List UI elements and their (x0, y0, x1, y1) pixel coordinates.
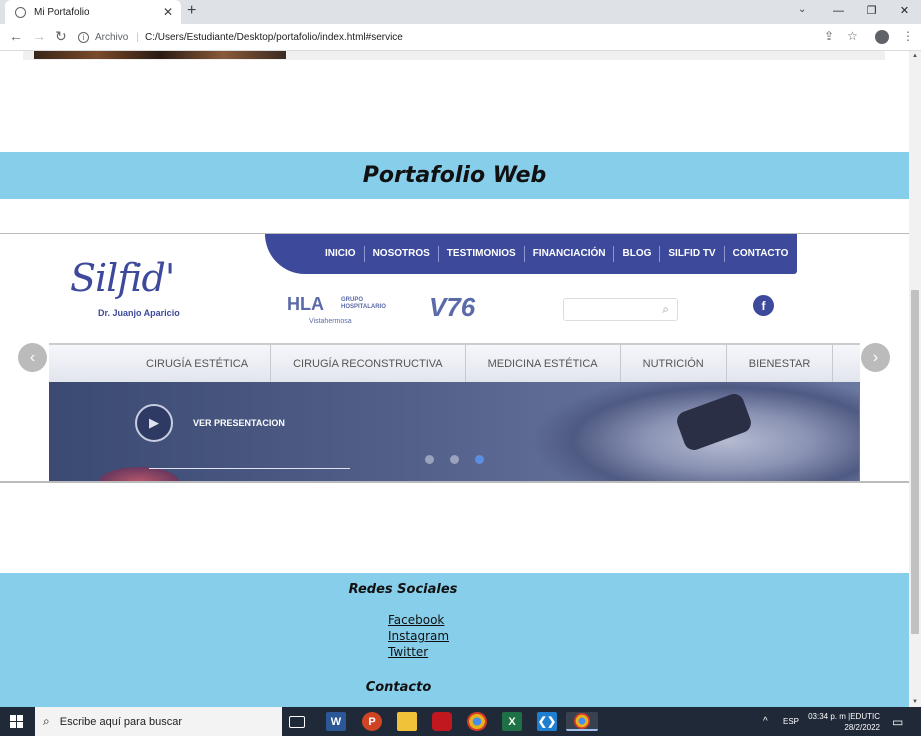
play-icon: ▶ (135, 404, 173, 442)
file-explorer-icon[interactable] (397, 712, 417, 731)
slide-dot-active (475, 455, 484, 464)
hla-group: GRUPO HOSPITALARIO (341, 297, 386, 310)
banner-line (149, 468, 350, 469)
back-arrow-icon[interactable]: ← (9, 28, 23, 44)
word-icon[interactable]: W (326, 712, 346, 731)
bookmark-star-icon[interactable]: ☆ (847, 29, 858, 43)
chrome-active-icon[interactable] (566, 712, 598, 731)
tab-search-icon[interactable]: ⌄ (798, 4, 806, 15)
preview-banner: ▶ VER PRESENTACION (49, 382, 860, 481)
preview-menu-item: CIRUGÍA RECONSTRUCTIVA (271, 345, 466, 382)
silfid-logo: Silfid' Dr. Juanjo Aparicio (70, 256, 245, 318)
preview-menu-item: MEDICINA ESTÉTICA (466, 345, 621, 382)
tab-close-icon[interactable]: ✕ (163, 5, 173, 19)
language-indicator[interactable]: ESP (783, 707, 799, 736)
minimize-button[interactable]: — (822, 0, 855, 24)
windows-start-icon[interactable] (10, 715, 23, 728)
browser-tab-bar: Mi Portafolio ✕ + ⌄ — ❐ ✕ (0, 0, 921, 24)
clock[interactable]: 03:34 p. m |EDUTIC 28/2/2022 (805, 707, 880, 736)
facebook-icon: f (753, 295, 774, 316)
banner-decoration (99, 467, 179, 481)
preview-nav-item: INICIO (317, 246, 365, 262)
instagram-link[interactable]: Instagram (388, 628, 449, 644)
vscode-icon[interactable]: ❮❯ (537, 712, 557, 731)
preview-nav-item: NOSOTROS (365, 246, 439, 262)
info-icon[interactable]: i (78, 32, 89, 43)
address-separator: | (136, 32, 139, 43)
carousel-next-arrow-icon[interactable]: › (861, 343, 890, 372)
hla-text: HLA (287, 294, 324, 314)
window-controls: — ❐ ✕ (822, 0, 921, 24)
hla-place: Vistahermosa (309, 318, 352, 325)
excel-icon[interactable]: X (502, 712, 522, 731)
scroll-up-icon[interactable]: ▲ (912, 53, 918, 59)
address-bar[interactable]: i Archivo | C:/Users/Estudiante/Desktop/… (78, 27, 868, 48)
preview-nav-item: SILFID TV (660, 246, 725, 262)
menu-dots-icon[interactable]: ⋮ (902, 29, 914, 43)
page-viewport: Portafolio Web INICIO NOSOTROS TESTIMONI… (0, 51, 909, 707)
slide-dot (450, 455, 459, 464)
search-icon: ⌕ (662, 302, 669, 316)
address-url[interactable]: C:/Users/Estudiante/Desktop/portafolio/i… (145, 32, 403, 43)
task-view-icon[interactable] (289, 716, 305, 728)
contact-heading: Contacto (365, 680, 432, 695)
scroll-down-icon[interactable]: ▼ (912, 699, 918, 705)
windows-taskbar: ⌕ Escribe aquí para buscar W P X ❮❯ ^ ES… (0, 707, 921, 736)
share-icon[interactable]: ⇪ (824, 29, 834, 43)
preview-nav-item: BLOG (614, 246, 661, 262)
slide-dot (425, 455, 434, 464)
browser-toolbar: ← → ↻ i Archivo | C:/Users/Estudiante/De… (0, 24, 921, 51)
logo-script: Silfid' (70, 256, 175, 300)
preview-menu-item: NUTRICIÓN (621, 345, 727, 382)
scrollbar-thumb[interactable] (911, 290, 919, 634)
notifications-icon[interactable]: ▭ (892, 707, 903, 736)
restore-button[interactable]: ❐ (855, 0, 888, 24)
page-scrollbar[interactable]: ▲ ▼ (909, 51, 921, 707)
browser-tab[interactable]: Mi Portafolio ✕ (5, 0, 181, 24)
new-tab-button[interactable]: + (187, 2, 196, 20)
taskbar-search[interactable]: ⌕ Escribe aquí para buscar (35, 707, 282, 736)
powerpoint-icon[interactable]: P (362, 712, 382, 731)
search-icon: ⌕ (43, 714, 50, 728)
previous-card-image (34, 51, 286, 59)
globe-icon (15, 6, 26, 18)
taskbar-search-placeholder: Escribe aquí para buscar (59, 715, 183, 728)
banner-cta: VER PRESENTACION (193, 418, 285, 428)
preview-nav-item: CONTACTO (732, 248, 789, 259)
screen: Mi Portafolio ✕ + ⌄ — ❐ ✕ ← → ↻ i Archiv… (0, 0, 921, 736)
address-scheme: Archivo (95, 32, 129, 43)
clock-time: 03:34 p. m |EDUTIC (808, 711, 880, 721)
banner-machine-image (529, 382, 859, 481)
hla-logo: HLA GRUPO HOSPITALARIO Vistahermosa (287, 294, 386, 325)
profile-avatar-icon[interactable] (875, 30, 889, 44)
preview-nav-item: FINANCIACIÓN (525, 246, 615, 262)
section-title: Portafolio Web (362, 163, 547, 188)
carousel-prev-arrow-icon[interactable]: ‹ (18, 343, 47, 372)
forward-arrow-icon[interactable]: → (32, 28, 46, 44)
preview-menu: CIRUGÍA ESTÉTICA CIRUGÍA RECONSTRUCTIVA … (49, 343, 860, 382)
chrome-icon[interactable] (467, 712, 487, 731)
twitter-link[interactable]: Twitter (388, 644, 449, 660)
reload-icon[interactable]: ↻ (55, 28, 67, 45)
tray-chevron-icon[interactable]: ^ (763, 707, 768, 736)
logo-subtitle: Dr. Juanjo Aparicio (98, 308, 180, 318)
facebook-link[interactable]: Facebook (388, 612, 449, 628)
preview-search: ⌕ (563, 298, 678, 321)
preview-nav-item: TESTIMONIOS (439, 246, 525, 262)
preview-menu-item: BIENESTAR (727, 345, 834, 382)
preview-nav: INICIO NOSOTROS TESTIMONIOS FINANCIACIÓN… (265, 234, 797, 274)
clock-date: 28/2/2022 (844, 722, 880, 732)
social-heading: Redes Sociales (348, 582, 458, 597)
social-links: Facebook Instagram Twitter (388, 612, 449, 660)
tab-title: Mi Portafolio (34, 6, 90, 18)
preview-menu-item: CIRUGÍA ESTÉTICA (124, 345, 272, 382)
acrobat-icon[interactable] (432, 712, 452, 731)
slide-dots (425, 455, 484, 464)
website-preview-image: INICIO NOSOTROS TESTIMONIOS FINANCIACIÓN… (0, 233, 909, 483)
v76-logo: V76 (429, 292, 476, 322)
close-window-button[interactable]: ✕ (888, 0, 921, 24)
